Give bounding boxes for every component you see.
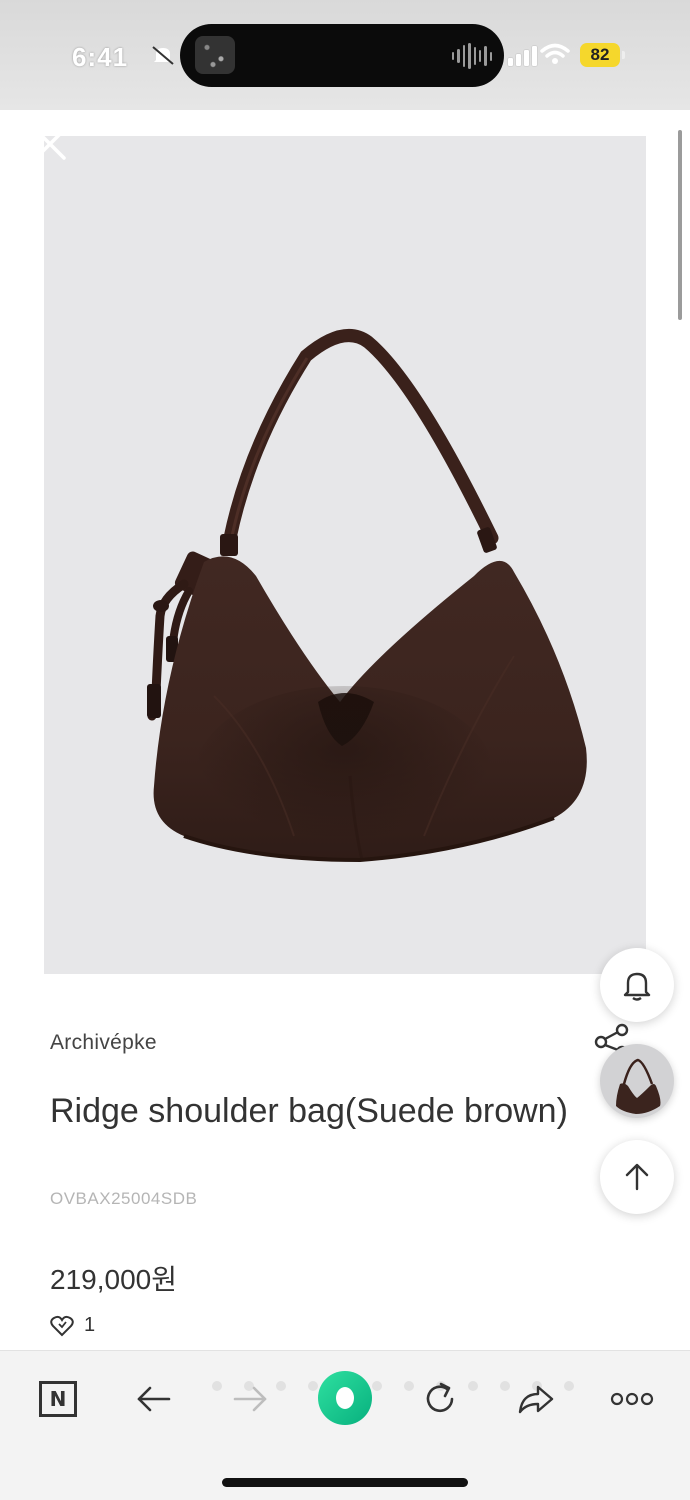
brand-name[interactable]: Archivépke: [50, 1031, 157, 1055]
status-bar: 6:41 82: [0, 0, 690, 110]
arrow-left-icon: [137, 1386, 171, 1412]
product-price: 219,000원: [50, 1264, 177, 1295]
back-button[interactable]: [130, 1375, 178, 1423]
bell-icon: [623, 972, 651, 1001]
forward-button[interactable]: [226, 1375, 274, 1423]
naver-home-button[interactable]: N: [34, 1375, 82, 1423]
close-icon[interactable]: [30, 124, 70, 164]
likes[interactable]: 1: [50, 1314, 95, 1337]
screen: 6:41 82 Archivépke Ridge shoulder bag(Su…: [0, 0, 690, 1500]
bag-illustration: [147, 329, 587, 866]
more-button[interactable]: [608, 1375, 656, 1423]
likes-count: 1: [84, 1314, 96, 1336]
product-sku: OVBAX25004SDB: [50, 1189, 198, 1208]
cellular-signal-icon: [508, 44, 537, 66]
refresh-icon: [426, 1382, 454, 1413]
arrow-right-icon: [233, 1386, 267, 1412]
scroll-indicator[interactable]: [678, 130, 682, 320]
wifi-icon: [540, 43, 570, 64]
product-image[interactable]: [44, 136, 646, 974]
battery-indicator: 82: [580, 43, 625, 67]
now-playing-artwork: [195, 36, 235, 74]
notification-button[interactable]: [600, 948, 674, 1022]
muted-bell-icon: [152, 46, 174, 65]
share-arrow-icon: [518, 1385, 554, 1414]
refresh-button[interactable]: [416, 1375, 464, 1423]
more-icon: [610, 1392, 654, 1406]
home-indicator[interactable]: [222, 1478, 468, 1487]
heart-icon[interactable]: [50, 1315, 74, 1337]
naver-icon: N: [39, 1381, 77, 1417]
audio-waveform-icon: [452, 42, 492, 70]
share-page-button[interactable]: [512, 1375, 560, 1423]
status-time: 6:41: [72, 42, 129, 72]
green-dot-button[interactable]: [318, 1371, 372, 1425]
product-title: Ridge shoulder bag(Suede brown): [50, 1092, 568, 1130]
dynamic-island[interactable]: [180, 24, 504, 87]
